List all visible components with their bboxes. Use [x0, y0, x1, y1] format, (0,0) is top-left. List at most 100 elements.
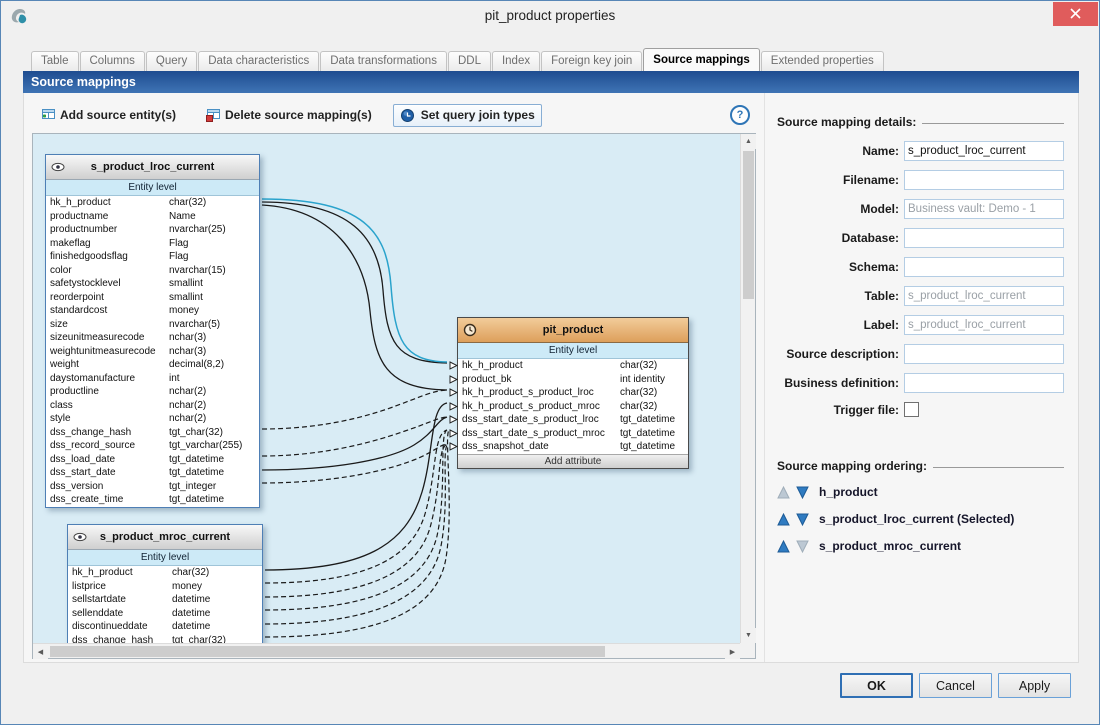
join-anchor-icon: [449, 375, 458, 384]
entity-column-row[interactable]: reorderpointsmallint: [46, 291, 259, 305]
vertical-scroll-thumb[interactable]: [743, 151, 754, 299]
title-bar[interactable]: pit_product properties: [1, 1, 1099, 31]
entity-column-row[interactable]: hk_h_product_s_product_lrocchar(32): [458, 386, 688, 400]
entity-column-row[interactable]: sizenvarchar(5): [46, 318, 259, 332]
entity-column-row[interactable]: hk_h_productchar(32): [68, 566, 262, 580]
entity-column-row[interactable]: dss_create_timetgt_datetime: [46, 493, 259, 507]
entity-s_product_mroc_current[interactable]: s_product_mroc_currentEntity levelhk_h_p…: [67, 524, 263, 643]
entity-column-row[interactable]: weightunitmeasurecodenchar(3): [46, 345, 259, 359]
horizontal-scroll-thumb[interactable]: [50, 646, 605, 657]
tab-data-characteristics[interactable]: Data characteristics: [198, 51, 319, 71]
entity-header[interactable]: pit_product: [458, 318, 688, 343]
label-field[interactable]: [904, 315, 1064, 335]
entity-column-row[interactable]: productnumbernvarchar(25): [46, 223, 259, 237]
entity-column-row[interactable]: makeflagFlag: [46, 237, 259, 251]
entity-column-row[interactable]: dss_versiontgt_integer: [46, 480, 259, 494]
entity-column-row[interactable]: standardcostmoney: [46, 304, 259, 318]
column-name: sellenddate: [72, 607, 172, 621]
entity-column-row[interactable]: productlinenchar(2): [46, 385, 259, 399]
entity-column-row[interactable]: hk_h_productchar(32): [458, 359, 688, 373]
entity-column-row[interactable]: discontinueddatedatetime: [68, 620, 262, 634]
schema-field[interactable]: [904, 257, 1064, 277]
tab-table[interactable]: Table: [31, 51, 79, 71]
horizontal-scrollbar[interactable]: ◀ ▶: [33, 643, 740, 658]
entity-column-row[interactable]: dss_change_hashtgt_char(32): [68, 634, 262, 644]
entity-column-row[interactable]: dss_load_datetgt_datetime: [46, 453, 259, 467]
entity-column-row[interactable]: dss_start_date_s_product_lroctgt_datetim…: [458, 413, 688, 427]
move-up-arrow-icon[interactable]: [777, 513, 790, 526]
database-field[interactable]: [904, 228, 1064, 248]
scroll-up-arrow-icon[interactable]: ▲: [741, 134, 756, 149]
apply-button[interactable]: Apply: [998, 673, 1071, 698]
cancel-button[interactable]: Cancel: [919, 673, 992, 698]
entity-header[interactable]: s_product_lroc_current: [46, 155, 259, 180]
tab-extended-properties[interactable]: Extended properties: [761, 51, 884, 71]
tab-source-mappings[interactable]: Source mappings: [643, 48, 760, 71]
add-attribute-button[interactable]: Add attribute: [458, 454, 688, 468]
entity-column-row[interactable]: dss_start_datetgt_datetime: [46, 466, 259, 480]
entity-column-row[interactable]: weightdecimal(8,2): [46, 358, 259, 372]
tab-ddl[interactable]: DDL: [448, 51, 491, 71]
entity-column-row[interactable]: finishedgoodsflagFlag: [46, 250, 259, 264]
entity-column-row[interactable]: sellstartdatedatetime: [68, 593, 262, 607]
scroll-right-arrow-icon[interactable]: ▶: [725, 644, 740, 659]
entity-column-row[interactable]: productnameName: [46, 210, 259, 224]
entity-s_product_lroc_current[interactable]: s_product_lroc_currentEntity levelhk_h_p…: [45, 154, 260, 508]
move-down-arrow-icon[interactable]: [796, 486, 809, 499]
entity-column-row[interactable]: product_bkint identity: [458, 373, 688, 387]
column-type: money: [169, 304, 255, 318]
name-label: Name:: [777, 144, 899, 158]
entity-level-row: Entity level: [68, 550, 262, 566]
entity-column-row[interactable]: colornvarchar(15): [46, 264, 259, 278]
vertical-scrollbar[interactable]: ▲ ▼: [740, 134, 755, 643]
entity-column-row[interactable]: dss_snapshot_datetgt_datetime: [458, 440, 688, 454]
move-down-arrow-icon[interactable]: [796, 513, 809, 526]
column-type: tgt_char(32): [172, 634, 258, 644]
tab-data-transformations[interactable]: Data transformations: [320, 51, 447, 71]
diagram-canvas[interactable]: s_product_lroc_currentEntity levelhk_h_p…: [33, 134, 740, 643]
entity-header[interactable]: s_product_mroc_current: [68, 525, 262, 550]
entity-column-row[interactable]: dss_record_sourcetgt_varchar(255): [46, 439, 259, 453]
tab-index[interactable]: Index: [492, 51, 540, 71]
column-name: hk_h_product: [50, 196, 169, 210]
move-up-arrow-icon[interactable]: [777, 540, 790, 553]
add-source-entity-button[interactable]: Add source entity(s): [32, 104, 183, 127]
scroll-left-arrow-icon[interactable]: ◀: [33, 644, 48, 659]
source-description-field[interactable]: [904, 344, 1064, 364]
tab-foreign-key-join[interactable]: Foreign key join: [541, 51, 642, 71]
entity-column-row[interactable]: classnchar(2): [46, 399, 259, 413]
close-button[interactable]: [1053, 2, 1098, 26]
ok-button[interactable]: OK: [840, 673, 913, 698]
entity-column-row[interactable]: listpricemoney: [68, 580, 262, 594]
filename-field[interactable]: [904, 170, 1064, 190]
name-field[interactable]: [904, 141, 1064, 161]
entity-column-row[interactable]: sizeunitmeasurecodenchar(3): [46, 331, 259, 345]
diagram-viewport: s_product_lroc_currentEntity levelhk_h_p…: [32, 133, 756, 659]
column-type: datetime: [172, 607, 258, 621]
entity-column-row[interactable]: safetystocklevelsmallint: [46, 277, 259, 291]
tab-columns[interactable]: Columns: [80, 51, 145, 71]
column-name: style: [50, 412, 169, 426]
entity-column-row[interactable]: hk_h_product_s_product_mrocchar(32): [458, 400, 688, 414]
group-rule: [933, 467, 1064, 468]
eye-icon: [73, 530, 87, 544]
model-field[interactable]: [904, 199, 1064, 219]
set-query-join-types-button[interactable]: Set query join types: [393, 104, 542, 127]
filename-label: Filename:: [777, 173, 899, 187]
tab-query[interactable]: Query: [146, 51, 197, 71]
delete-source-mapping-button[interactable]: Delete source mapping(s): [197, 104, 379, 127]
entity-column-row[interactable]: dss_start_date_s_product_mroctgt_datetim…: [458, 427, 688, 441]
help-icon[interactable]: ?: [730, 105, 750, 125]
column-name: weightunitmeasurecode: [50, 345, 169, 359]
entity-pit_product[interactable]: pit_productEntity levelhk_h_productchar(…: [457, 317, 689, 469]
database-label: Database:: [777, 231, 899, 245]
trigger-file-checkbox[interactable]: [904, 402, 919, 417]
entity-column-row[interactable]: daystomanufactureint: [46, 372, 259, 386]
entity-column-row[interactable]: hk_h_productchar(32): [46, 196, 259, 210]
entity-column-row[interactable]: sellenddatedatetime: [68, 607, 262, 621]
entity-column-row[interactable]: stylenchar(2): [46, 412, 259, 426]
business-definition-field[interactable]: [904, 373, 1064, 393]
table-field[interactable]: [904, 286, 1064, 306]
scroll-down-arrow-icon[interactable]: ▼: [741, 628, 756, 643]
entity-column-row[interactable]: dss_change_hashtgt_char(32): [46, 426, 259, 440]
